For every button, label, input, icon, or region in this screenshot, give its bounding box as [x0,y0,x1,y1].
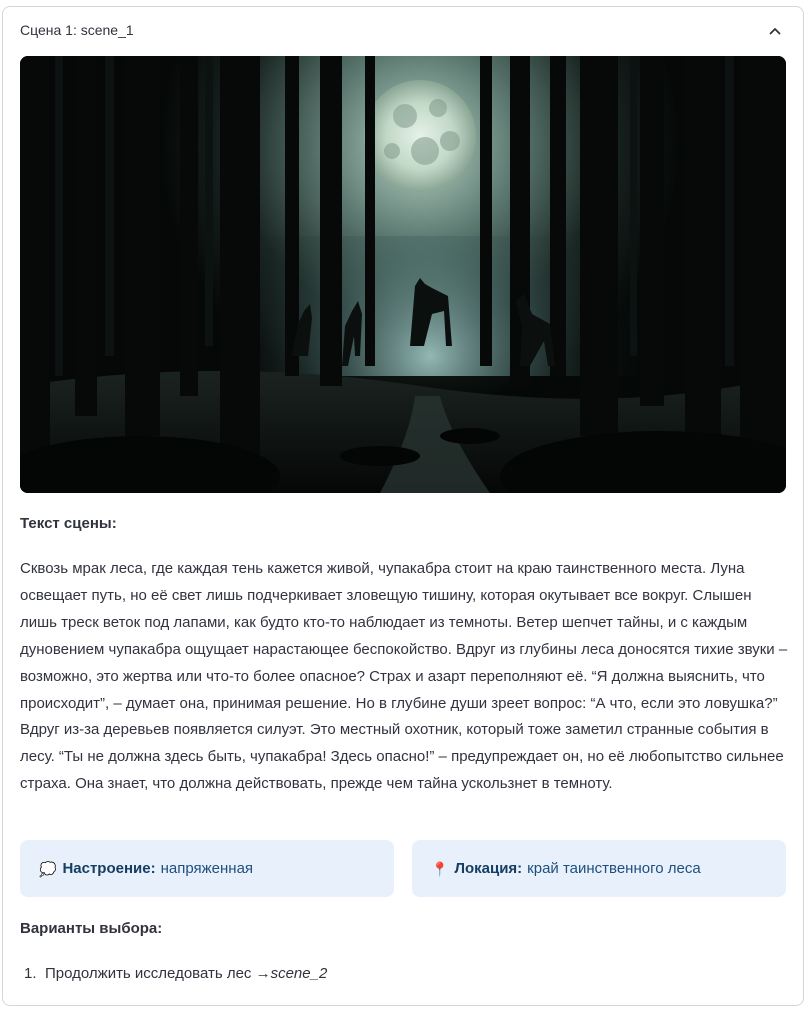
scene-image [20,56,786,493]
location-box: 📍 Локация: край таинственного леса [412,840,786,897]
expander-title: Сцена 1: scene_1 [20,22,134,38]
location-value: край таинственного леса [527,860,701,877]
choices-list: 1. Продолжить исследовать лес → scene_2 [20,965,327,982]
thought-bubble-icon: 💭 [39,860,57,877]
scene-text: Сквозь мрак леса, где каждая тень кажетс… [20,560,788,793]
scene-text-label: Текст сцены: [20,515,117,532]
pushpin-icon: 📍 [431,860,449,877]
location-label: Локация: [454,860,523,877]
choices-label: Варианты выбора: [20,920,163,937]
scene-expander: Сцена 1: scene_1 Текст сцены: Сквозь мра… [2,6,804,1006]
mood-label: Настроение: [62,860,156,877]
choice-number: 1. [24,965,37,982]
mood-box: 💭 Настроение: напряженная [20,840,394,897]
expander-header[interactable]: Сцена 1: scene_1 [3,7,803,55]
chevron-up-icon[interactable] [767,23,783,39]
choice-text: Продолжить исследовать лес → [45,965,271,982]
mood-value: напряженная [160,860,254,877]
choice-item[interactable]: 1. Продолжить исследовать лес → scene_2 [20,965,327,982]
choice-target: scene_2 [270,965,328,982]
